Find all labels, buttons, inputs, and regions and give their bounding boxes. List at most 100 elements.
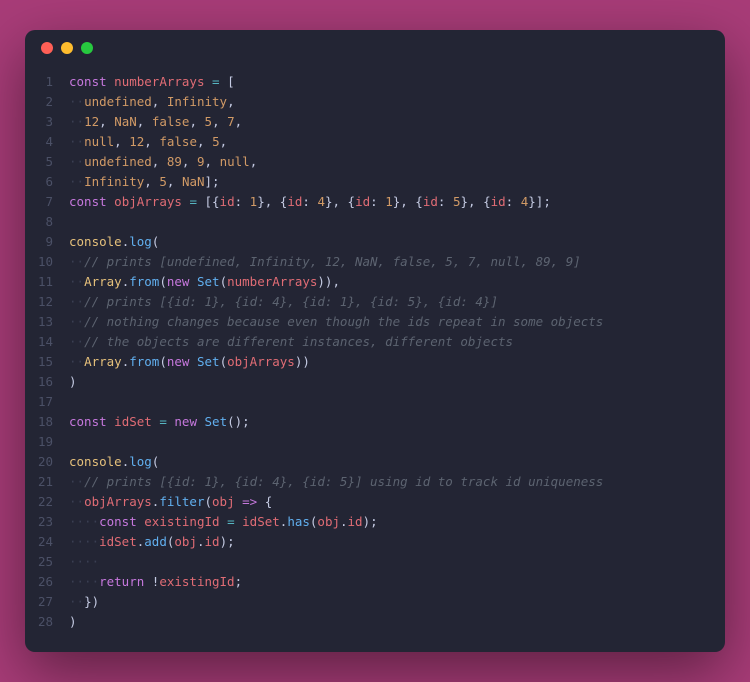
token: Array — [84, 274, 122, 289]
line-content: const objArrays = [{id: 1}, {id: 4}, {id… — [69, 192, 705, 212]
token: false — [152, 114, 190, 129]
token — [189, 274, 197, 289]
token: , — [205, 154, 220, 169]
token — [197, 414, 205, 429]
token: from — [129, 354, 159, 369]
code-line: 26····return !existingId; — [35, 572, 705, 592]
line-number: 19 — [35, 432, 69, 452]
line-number: 13 — [35, 312, 69, 332]
token: , — [227, 94, 235, 109]
minimize-icon[interactable] — [61, 42, 73, 54]
code-line: 1const numberArrays = [ — [35, 72, 705, 92]
token: : — [506, 194, 521, 209]
token: ·· — [69, 154, 84, 169]
line-content: ··// prints [{id: 1}, {id: 4}, {id: 1}, … — [69, 292, 705, 312]
token: idSet — [99, 534, 137, 549]
line-number: 18 — [35, 412, 69, 432]
code-line: 11··Array.from(new Set(numberArrays)), — [35, 272, 705, 292]
token: Set — [197, 274, 220, 289]
token: , — [152, 154, 167, 169]
token: ·· — [69, 294, 84, 309]
token: id — [287, 194, 302, 209]
line-number: 28 — [35, 612, 69, 632]
token: existingId — [144, 514, 219, 529]
token: ···· — [69, 574, 99, 589]
token: Set — [197, 354, 220, 369]
token: ( — [204, 494, 212, 509]
token: , — [235, 114, 243, 129]
token: , — [189, 114, 204, 129]
token: id — [423, 194, 438, 209]
line-content: ··objArrays.filter(obj => { — [69, 492, 705, 512]
token: ) — [69, 374, 77, 389]
line-number: 20 — [35, 452, 69, 472]
line-number: 9 — [35, 232, 69, 252]
zoom-icon[interactable] — [81, 42, 93, 54]
line-content: ··// the objects are different instances… — [69, 332, 705, 352]
token: , — [167, 174, 182, 189]
line-content: ··null, 12, false, 5, — [69, 132, 705, 152]
token: ···· — [69, 534, 99, 549]
token: }]; — [528, 194, 551, 209]
code-line: 27··}) — [35, 592, 705, 612]
token: add — [144, 534, 167, 549]
token: ( — [220, 274, 228, 289]
code-line: 15··Array.from(new Set(objArrays)) — [35, 352, 705, 372]
token: null — [220, 154, 250, 169]
token: id — [491, 194, 506, 209]
code-line: 3··12, NaN, false, 5, 7, — [35, 112, 705, 132]
line-number: 27 — [35, 592, 69, 612]
line-content: ··// prints [undefined, Infinity, 12, Na… — [69, 252, 705, 272]
token: 5 — [205, 114, 213, 129]
token: . — [340, 514, 348, 529]
token: )) — [295, 354, 310, 369]
line-content: ) — [69, 372, 705, 392]
line-number: 8 — [35, 212, 69, 232]
token: }) — [84, 594, 99, 609]
token: idSet — [114, 414, 152, 429]
line-number: 15 — [35, 352, 69, 372]
token: = — [227, 514, 235, 529]
token: NaN — [182, 174, 205, 189]
line-content — [69, 432, 705, 452]
token: numberArrays — [114, 74, 204, 89]
code-line: 20console.log( — [35, 452, 705, 472]
token — [220, 514, 228, 529]
token: obj — [317, 514, 340, 529]
token: ; — [235, 574, 243, 589]
code-line: 7const objArrays = [{id: 1}, {id: 4}, {i… — [35, 192, 705, 212]
code-line: 14··// the objects are different instanc… — [35, 332, 705, 352]
token: filter — [159, 494, 204, 509]
token: : — [302, 194, 317, 209]
code-line: 9console.log( — [35, 232, 705, 252]
token: const — [69, 414, 107, 429]
code-line: 13··// nothing changes because even thou… — [35, 312, 705, 332]
token: , — [212, 114, 227, 129]
token: log — [129, 234, 152, 249]
line-number: 1 — [35, 72, 69, 92]
line-content: ··}) — [69, 592, 705, 612]
token: 4 — [317, 194, 325, 209]
line-number: 5 — [35, 152, 69, 172]
close-icon[interactable] — [41, 42, 53, 54]
code-line: 12··// prints [{id: 1}, {id: 4}, {id: 1}… — [35, 292, 705, 312]
token: // prints [undefined, Infinity, 12, NaN,… — [84, 254, 581, 269]
token: ·· — [69, 354, 84, 369]
line-content: ··12, NaN, false, 5, 7, — [69, 112, 705, 132]
token: new — [167, 354, 190, 369]
editor-window: 1const numberArrays = [2··undefined, Inf… — [25, 30, 725, 652]
token: 12 — [84, 114, 99, 129]
code-line: 24····idSet.add(obj.id); — [35, 532, 705, 552]
code-line: 8 — [35, 212, 705, 232]
line-content — [69, 212, 705, 232]
token: ···· — [69, 554, 99, 569]
token: id — [355, 194, 370, 209]
code-line: 22··objArrays.filter(obj => { — [35, 492, 705, 512]
line-content — [69, 392, 705, 412]
token: obj — [174, 534, 197, 549]
token: // nothing changes because even though t… — [84, 314, 603, 329]
token: }, { — [257, 194, 287, 209]
line-number: 3 — [35, 112, 69, 132]
line-number: 16 — [35, 372, 69, 392]
line-content: ····return !existingId; — [69, 572, 705, 592]
